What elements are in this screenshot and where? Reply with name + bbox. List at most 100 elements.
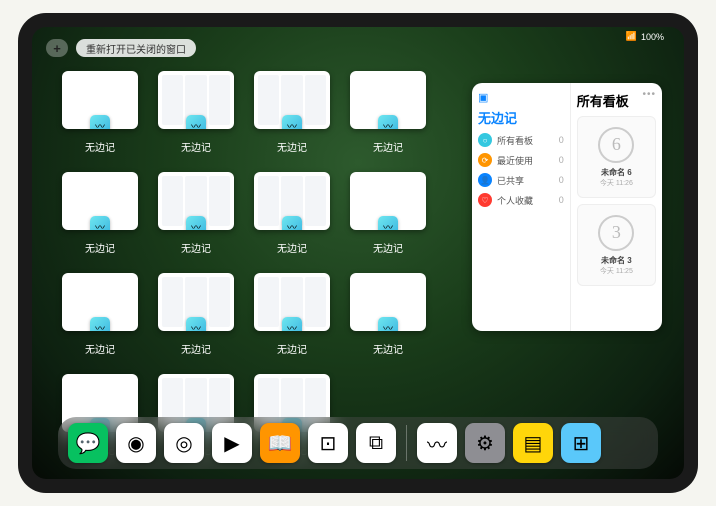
window-label: 无边记 bbox=[85, 341, 115, 356]
dock-dice-icon[interactable]: ⊡ bbox=[308, 423, 348, 463]
freeform-app-icon: 〰 bbox=[378, 115, 398, 129]
dock-quark-hd-icon[interactable]: ◉ bbox=[116, 423, 156, 463]
window-label: 无边记 bbox=[277, 139, 307, 154]
board-name: 未命名 6 bbox=[601, 167, 632, 178]
window-item[interactable]: 〰无边记 bbox=[254, 71, 330, 154]
top-controls: + 重新打开已关闭的窗口 bbox=[46, 39, 196, 57]
app-windows-grid: 〰无边记〰无边记〰无边记〰无边记〰无边记〰无边记〰无边记〰无边记〰无边记〰无边记… bbox=[62, 71, 442, 457]
window-item[interactable]: 〰无边记 bbox=[350, 273, 426, 356]
battery-label: 100% bbox=[641, 32, 664, 42]
window-label: 无边记 bbox=[181, 240, 211, 255]
window-item[interactable]: 〰无边记 bbox=[158, 172, 234, 255]
board-time: 今天 11:25 bbox=[600, 266, 633, 276]
freeform-app-icon: 〰 bbox=[186, 317, 206, 331]
sidebar-item[interactable]: 👤 已共享 0 bbox=[478, 173, 564, 187]
dock-freeform-icon[interactable]: 〰 bbox=[417, 423, 457, 463]
window-label: 无边记 bbox=[373, 139, 403, 154]
screen: 📶 100% + 重新打开已关闭的窗口 〰无边记〰无边记〰无边记〰无边记〰无边记… bbox=[32, 27, 684, 479]
sidebar-item-icon: 👤 bbox=[478, 173, 492, 187]
window-thumbnail[interactable]: 〰 bbox=[254, 273, 330, 331]
sidebar-item-count: 0 bbox=[559, 155, 564, 165]
freeform-app-icon: 〰 bbox=[282, 216, 302, 230]
more-icon[interactable]: ••• bbox=[642, 89, 656, 100]
dock-wechat-icon[interactable]: 💬 bbox=[68, 423, 108, 463]
panel-content: ••• 所有看板 6未命名 6今天 11:263未命名 3今天 11:25 bbox=[571, 83, 662, 331]
board-time: 今天 11:26 bbox=[600, 178, 633, 188]
sidebar-item-icon: ♡ bbox=[478, 193, 492, 207]
window-thumbnail[interactable]: 〰 bbox=[350, 273, 426, 331]
add-window-button[interactable]: + bbox=[46, 39, 68, 57]
sidebar-item-count: 0 bbox=[559, 195, 564, 205]
sidebar-item[interactable]: ⟳最近使用0 bbox=[478, 153, 564, 167]
window-label: 无边记 bbox=[85, 139, 115, 154]
window-thumbnail[interactable]: 〰 bbox=[158, 273, 234, 331]
window-thumbnail[interactable]: 〰 bbox=[62, 172, 138, 230]
sidebar-item-icon: ⟳ bbox=[478, 153, 492, 167]
window-thumbnail[interactable]: 〰 bbox=[350, 172, 426, 230]
window-item[interactable]: 〰无边记 bbox=[254, 172, 330, 255]
dock-notes-icon[interactable]: ▤ bbox=[513, 423, 553, 463]
freeform-app-icon: 〰 bbox=[186, 115, 206, 129]
window-item[interactable]: 〰无边记 bbox=[254, 273, 330, 356]
window-thumbnail[interactable]: 〰 bbox=[158, 71, 234, 129]
window-label: 无边记 bbox=[373, 341, 403, 356]
freeform-app-icon: 〰 bbox=[90, 317, 110, 331]
freeform-app-icon: 〰 bbox=[378, 216, 398, 230]
window-thumbnail[interactable]: 〰 bbox=[62, 273, 138, 331]
board-card[interactable]: 6 未命名 6今天 11:26 bbox=[577, 116, 656, 198]
sidebar-list: ○所有看板0⟳最近使用0👤已共享0♡个人收藏0 bbox=[478, 133, 564, 207]
board-sketch-icon: 3 bbox=[598, 215, 634, 251]
wifi-icon: 📶 bbox=[626, 31, 637, 42]
window-label: 无边记 bbox=[373, 240, 403, 255]
status-bar: 📶 100% bbox=[626, 31, 664, 42]
board-name: 未命名 3 bbox=[601, 255, 632, 266]
window-item[interactable]: 〰无边记 bbox=[62, 71, 138, 154]
sidebar-item[interactable]: ○ 所有看板 0 bbox=[478, 133, 564, 147]
window-label: 无边记 bbox=[85, 240, 115, 255]
window-label: 无边记 bbox=[277, 341, 307, 356]
window-label: 无边记 bbox=[181, 341, 211, 356]
window-thumbnail[interactable]: 〰 bbox=[62, 71, 138, 129]
window-thumbnail[interactable]: 〰 bbox=[254, 172, 330, 230]
window-item[interactable]: 〰无边记 bbox=[62, 273, 138, 356]
sidebar-item-label: 所有看板 bbox=[497, 134, 533, 147]
freeform-app-icon: 〰 bbox=[90, 115, 110, 129]
window-label: 无边记 bbox=[181, 139, 211, 154]
dock-play-icon[interactable]: ▶ bbox=[212, 423, 252, 463]
sidebar-item-count: 0 bbox=[559, 135, 564, 145]
dock: 💬◉◎▶📖⊡⧉ 〰⚙▤⊞ bbox=[58, 417, 658, 469]
boards-list: 6 未命名 6今天 11:26 3 未命名 3今天 11:25 bbox=[577, 116, 656, 286]
panel-left-title: 无边记 bbox=[478, 108, 564, 127]
sidebar-item-icon: ○ bbox=[478, 133, 492, 147]
panel-sidebar: ▣ 无边记 ○所有看板0⟳最近使用0👤已共享0♡个人收藏0 bbox=[472, 83, 571, 331]
window-item[interactable]: 〰无边记 bbox=[62, 172, 138, 255]
window-item[interactable]: 〰无边记 bbox=[350, 172, 426, 255]
dock-books-icon[interactable]: 📖 bbox=[260, 423, 300, 463]
window-item[interactable]: 〰无边记 bbox=[158, 273, 234, 356]
dock-connect-icon[interactable]: ⧉ bbox=[356, 423, 396, 463]
window-item[interactable]: 〰无边记 bbox=[350, 71, 426, 154]
dock-settings-icon[interactable]: ⚙ bbox=[465, 423, 505, 463]
freeform-app-icon: 〰 bbox=[378, 317, 398, 331]
sidebar-icon[interactable]: ▣ bbox=[478, 91, 488, 104]
window-thumbnail[interactable]: 〰 bbox=[254, 71, 330, 129]
sidebar-item-label: 个人收藏 bbox=[497, 194, 533, 207]
dock-folder-icon[interactable]: ⊞ bbox=[561, 423, 601, 463]
dock-quark-icon[interactable]: ◎ bbox=[164, 423, 204, 463]
freeform-app-icon: 〰 bbox=[282, 317, 302, 331]
board-card[interactable]: 3 未命名 3今天 11:25 bbox=[577, 204, 656, 286]
sidebar-item-label: 已共享 bbox=[497, 174, 524, 187]
freeform-app-icon: 〰 bbox=[186, 216, 206, 230]
side-panel[interactable]: ▣ 无边记 ○所有看板0⟳最近使用0👤已共享0♡个人收藏0 ••• 所有看板 6… bbox=[472, 83, 662, 331]
dock-divider bbox=[406, 425, 407, 461]
window-label: 无边记 bbox=[277, 240, 307, 255]
window-thumbnail[interactable]: 〰 bbox=[158, 172, 234, 230]
freeform-app-icon: 〰 bbox=[90, 216, 110, 230]
sidebar-item-count: 0 bbox=[559, 175, 564, 185]
window-item[interactable]: 〰无边记 bbox=[158, 71, 234, 154]
reopen-closed-window-button[interactable]: 重新打开已关闭的窗口 bbox=[76, 39, 196, 57]
board-sketch-icon: 6 bbox=[598, 127, 634, 163]
window-thumbnail[interactable]: 〰 bbox=[350, 71, 426, 129]
sidebar-item[interactable]: ♡ 个人收藏 0 bbox=[478, 193, 564, 207]
freeform-app-icon: 〰 bbox=[282, 115, 302, 129]
